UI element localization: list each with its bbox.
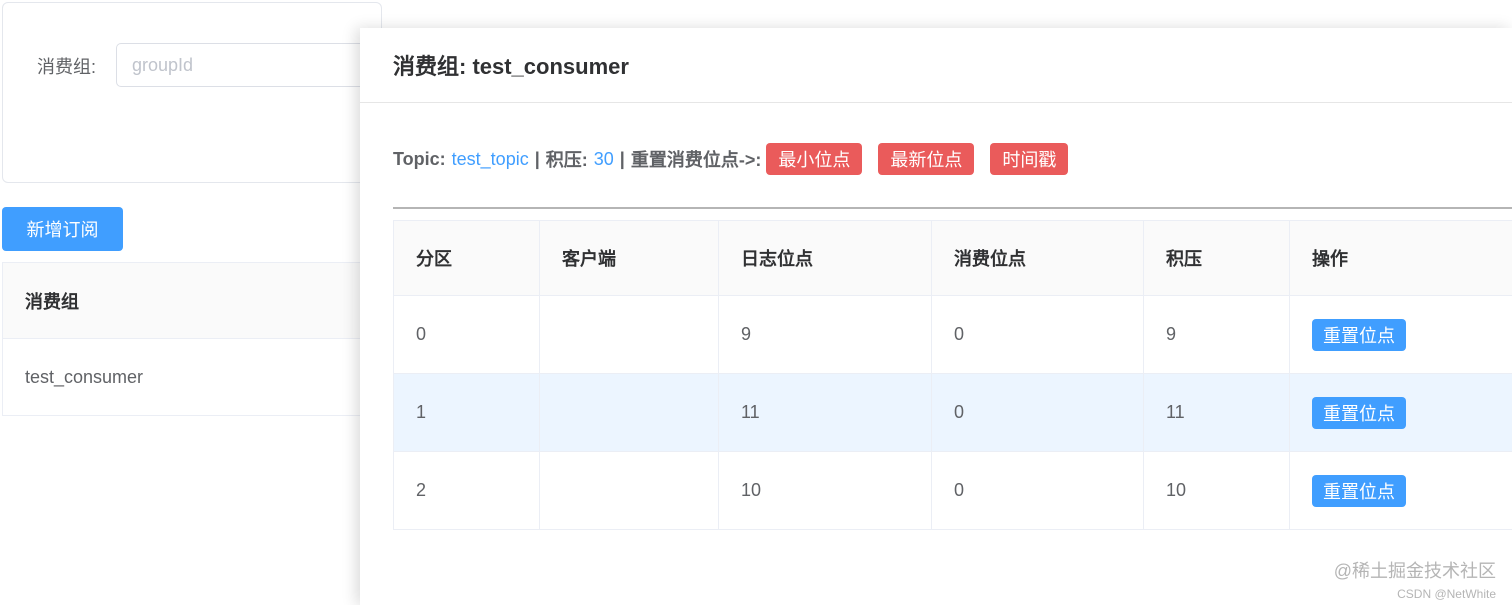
search-label: 消费组:	[37, 57, 97, 77]
reset-offset-label: 重置消费位点->:	[630, 150, 762, 170]
cell-log-offset: 9	[718, 295, 932, 374]
backlog-label: 积压:	[545, 150, 588, 170]
consumer-group-dialog: 消费组: test_consumer Topic: test_topic | 积…	[360, 28, 1512, 605]
cell-partition: 0	[393, 295, 540, 374]
search-panel: 消费组:	[2, 2, 386, 183]
reset-offset-button[interactable]: 重置位点	[1312, 474, 1406, 507]
separator: |	[619, 148, 625, 169]
topic-info-bar: Topic: test_topic | 积压: 30 | 重置消费位点->: 最…	[393, 137, 1512, 181]
column-header-backlog: 积压	[1143, 220, 1290, 296]
column-header-partition: 分区	[393, 220, 540, 296]
backlog-value: 30	[593, 148, 614, 169]
topic-label: Topic:	[393, 148, 446, 169]
cell-client	[539, 451, 719, 530]
reset-offset-button[interactable]: 重置位点	[1312, 396, 1406, 429]
reset-to-earliest-button[interactable]: 最小位点	[766, 143, 863, 175]
cell-log-offset: 11	[718, 373, 932, 452]
column-header-consumer-offset: 消费位点	[931, 220, 1144, 296]
cell-partition: 1	[393, 373, 540, 452]
cell-action: 重置位点	[1289, 295, 1512, 374]
dialog-title: 消费组: test_consumer	[393, 54, 629, 79]
reset-to-latest-button[interactable]: 最新位点	[878, 143, 975, 175]
cell-action: 重置位点	[1289, 373, 1512, 452]
cell-consumer-offset: 0	[931, 451, 1144, 530]
cell-action: 重置位点	[1289, 451, 1512, 530]
table-row: 1 11 0 11 重置位点	[393, 373, 1512, 452]
table-row: 2 10 0 10 重置位点	[393, 451, 1512, 530]
consumer-group-table: 消费组 test_consumer	[2, 262, 382, 416]
partition-table: 分区 客户端 日志位点 消费位点 积压 操作 0 9 0 9 重置位点 1 11…	[393, 220, 1512, 530]
cell-partition: 2	[393, 451, 540, 530]
info-divider	[393, 207, 1512, 209]
cell-client	[539, 295, 719, 374]
cell-log-offset: 10	[718, 451, 932, 530]
table-row: 0 9 0 9 重置位点	[393, 295, 1512, 374]
watermark-sub: CSDN @NetWhite	[1397, 587, 1496, 601]
reset-offset-button[interactable]: 重置位点	[1312, 318, 1406, 351]
cell-backlog: 10	[1143, 451, 1290, 530]
dialog-header: 消费组: test_consumer	[360, 28, 1512, 103]
cell-consumer-offset: 0	[931, 373, 1144, 452]
add-subscription-button[interactable]: 新增订阅	[2, 207, 123, 251]
watermark: @稀土掘金技术社区	[1333, 561, 1496, 581]
separator: |	[534, 148, 540, 169]
cell-backlog: 11	[1143, 373, 1290, 452]
column-header-action: 操作	[1289, 220, 1512, 296]
consumer-group-column-header: 消费组	[3, 263, 382, 339]
cell-client	[539, 373, 719, 452]
column-header-client: 客户端	[539, 220, 719, 296]
topic-link[interactable]: test_topic	[452, 149, 529, 170]
column-header-log-offset: 日志位点	[718, 220, 932, 296]
reset-to-timestamp-button[interactable]: 时间戳	[990, 143, 1069, 175]
cell-consumer-offset: 0	[931, 295, 1144, 374]
cell-backlog: 9	[1143, 295, 1290, 374]
group-id-input[interactable]	[116, 43, 386, 87]
consumer-group-row[interactable]: test_consumer	[3, 339, 382, 415]
partition-table-header: 分区 客户端 日志位点 消费位点 积压 操作	[393, 220, 1512, 296]
